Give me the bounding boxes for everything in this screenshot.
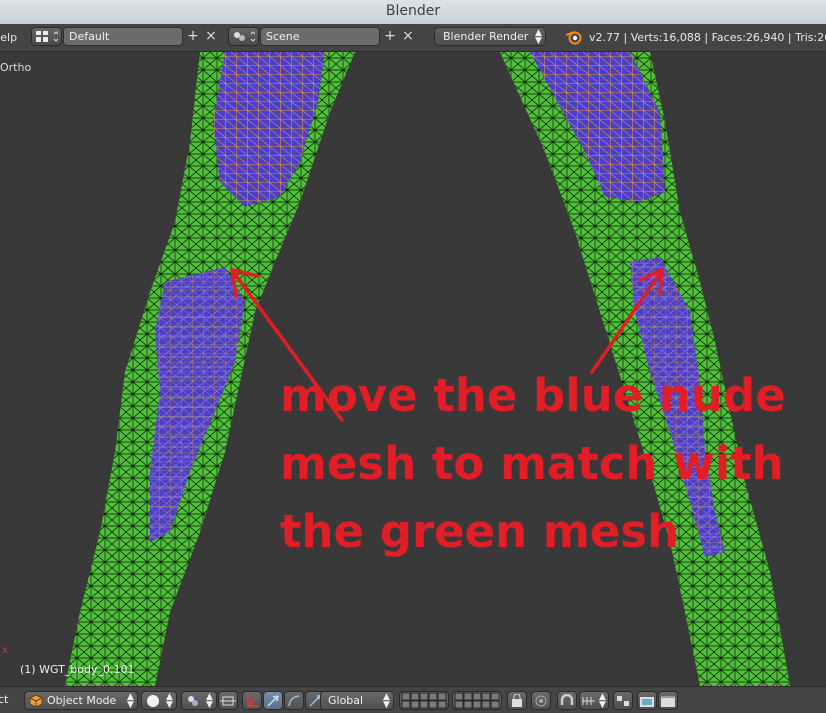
annotation-line: the green mesh — [280, 505, 680, 558]
clapperboard-icon — [661, 696, 675, 707]
screen-layout-name: Default — [69, 30, 110, 43]
blender-logo-icon — [565, 31, 582, 45]
translate-manipulator-button[interactable] — [263, 691, 283, 710]
manipulator-toggle[interactable] — [242, 691, 262, 710]
screen-layout-selector[interactable] — [31, 27, 62, 46]
transform-orientation-dropdown[interactable]: Global ▲ ▼ — [320, 691, 394, 710]
scene-stats: v2.77 | Verts:16,088 | Faces:26,940 | Tr… — [589, 31, 826, 44]
3d-viewport[interactable]: Ortho move the blue nude mesh to match w… — [0, 52, 826, 686]
orientation-label: Global — [328, 694, 364, 707]
view-type-label: Ortho — [0, 61, 32, 74]
help-menu[interactable]: Help — [0, 31, 17, 44]
snap-element-dropdown[interactable]: ▲ ▼ — [579, 691, 609, 710]
dropdown-arrows-icon: ▲ ▼ — [206, 692, 213, 710]
scene-name: Scene — [266, 30, 300, 43]
annotation-line: move the blue nude — [280, 369, 786, 422]
rotate-arc-icon — [288, 695, 300, 707]
active-object-label: (1) WGT_body_0.101 — [20, 663, 135, 676]
dropdown-arrows-icon: ▲ ▼ — [383, 692, 390, 710]
select-menu[interactable]: ct — [0, 693, 8, 706]
proportional-icon — [535, 695, 547, 707]
center-points-icon — [220, 696, 236, 706]
scene-layers-grid-1[interactable] — [399, 691, 449, 710]
axis-indicator: x — [2, 645, 8, 656]
layers-icon — [454, 692, 500, 709]
viewport-shading-dropdown[interactable]: ▲ ▼ — [141, 691, 177, 710]
magnet-icon — [560, 694, 574, 705]
solid-sphere-icon — [147, 695, 159, 707]
screen-layout-field[interactable]: Default — [63, 27, 183, 46]
snap-toggle-button[interactable] — [557, 691, 577, 710]
translate-arrow-icon — [267, 695, 279, 707]
scene-layers-grid-2[interactable] — [452, 691, 502, 710]
pivot-point-dropdown[interactable]: ▲ ▼ — [181, 691, 217, 710]
scene-field[interactable]: Scene — [260, 27, 380, 46]
manipulator-icon — [247, 696, 258, 707]
camera-icon — [640, 697, 654, 707]
render-engine-label: Blender Render — [443, 30, 529, 43]
mode-label: Object Mode — [47, 694, 117, 707]
snap-target-button[interactable] — [613, 691, 633, 710]
mode-dropdown[interactable]: Object Mode ▲ ▼ — [24, 691, 138, 710]
dropdown-arrows-icon: ▲ ▼ — [166, 692, 173, 710]
window-title: Blender — [385, 3, 441, 19]
view3d-header: ct Object Mode ▲ ▼ ▲ ▼ ▲ ▼ Global ▲ ▼ ▲ … — [0, 686, 826, 713]
pivot-icon — [188, 696, 198, 706]
render-opengl-button[interactable] — [637, 691, 657, 710]
snap-increment-icon — [582, 697, 595, 705]
dropdown-arrows-icon: ▲ ▼ — [535, 28, 542, 46]
info-header: Help Default + × Scene + × Blender Rende… — [0, 24, 826, 52]
dropdown-arrows-icon: ▲ ▼ — [599, 692, 606, 710]
add-scene-button[interactable]: + — [382, 28, 398, 45]
scene-icon — [234, 31, 256, 42]
render-animation-button[interactable] — [658, 691, 678, 710]
rotate-manipulator-button[interactable] — [284, 691, 304, 710]
manipulate-center-button[interactable] — [218, 691, 238, 710]
delete-screen-button[interactable]: × — [203, 28, 219, 45]
render-engine-dropdown[interactable]: Blender Render ▲ ▼ — [434, 27, 546, 46]
scene-selector[interactable] — [228, 27, 259, 46]
dropdown-arrows-icon: ▲ ▼ — [127, 692, 134, 710]
window-titlebar: Blender — [0, 0, 826, 25]
snap-target-icon — [617, 696, 629, 706]
layer-lock-button[interactable] — [507, 691, 527, 710]
lock-icon — [512, 694, 522, 707]
layout-icon — [36, 31, 59, 42]
proportional-editing-button[interactable] — [531, 691, 551, 710]
layers-icon — [401, 692, 447, 709]
annotation-line: mesh to match with — [280, 437, 784, 490]
cube-icon — [29, 694, 43, 708]
delete-scene-button[interactable]: × — [400, 28, 416, 45]
add-screen-button[interactable]: + — [185, 28, 201, 45]
